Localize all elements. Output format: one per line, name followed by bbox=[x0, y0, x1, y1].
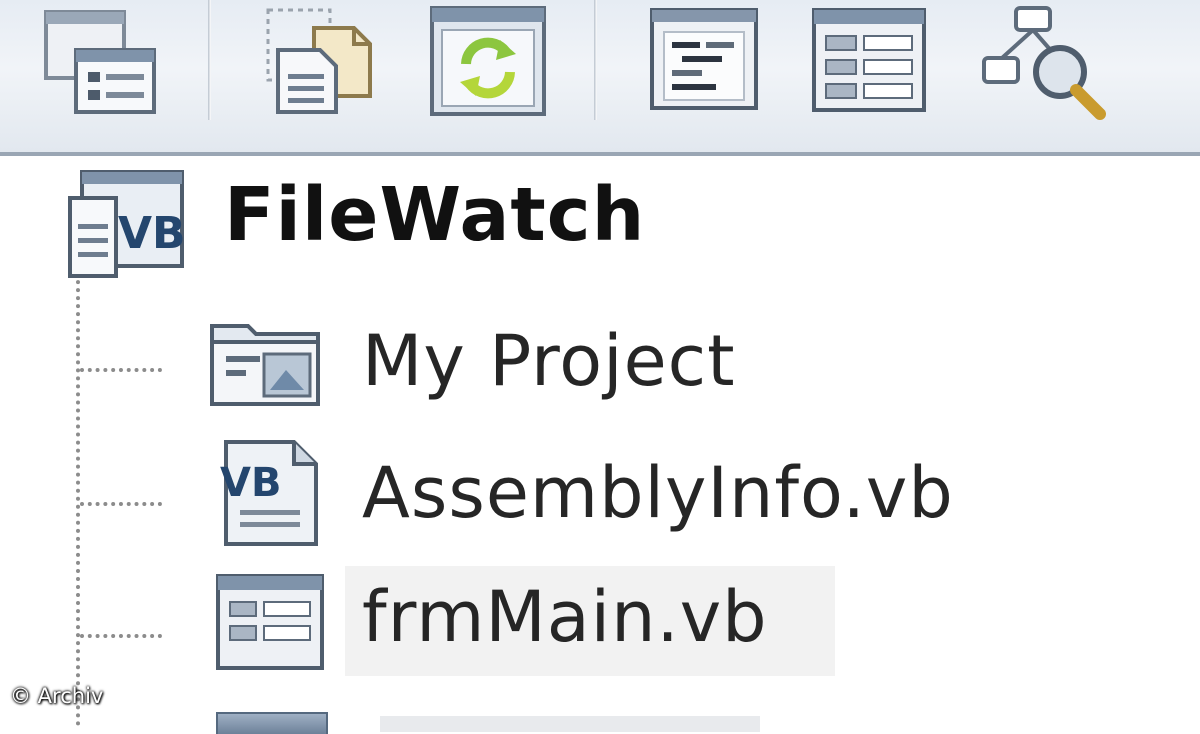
solution-explorer-toolbar bbox=[0, 0, 1200, 156]
view-designer-icon bbox=[812, 8, 926, 112]
tree-node-frmmain[interactable]: frmMain.vb bbox=[0, 566, 1200, 686]
tree-node-label: AssemblyInfo.vb bbox=[362, 452, 954, 534]
refresh-button[interactable] bbox=[428, 6, 548, 116]
partial-node-label bbox=[380, 716, 760, 732]
svg-text:VB: VB bbox=[220, 460, 281, 506]
show-all-files-button[interactable] bbox=[262, 6, 382, 116]
svg-text:VB: VB bbox=[118, 208, 186, 259]
tree-node-assemblyinfo[interactable]: VB AssemblyInfo.vb bbox=[0, 436, 1200, 556]
view-code-button[interactable] bbox=[648, 6, 768, 116]
copyright-watermark: © Archiv bbox=[10, 684, 104, 708]
my-project-icon bbox=[210, 324, 320, 406]
partial-file-icon bbox=[216, 712, 328, 734]
class-diagram-icon bbox=[982, 6, 1106, 120]
solution-tree: VB FileWatch My Project VB AssemblyInfo.… bbox=[0, 156, 1200, 734]
view-code-icon bbox=[650, 8, 758, 110]
toolbar-separator bbox=[208, 0, 211, 120]
show-all-files-icon bbox=[266, 8, 372, 114]
view-class-diagram-button[interactable] bbox=[980, 6, 1106, 120]
toolbar-separator bbox=[594, 0, 597, 120]
tree-node-label: frmMain.vb bbox=[362, 576, 768, 658]
properties-button[interactable] bbox=[38, 6, 158, 116]
vb-project-icon: VB bbox=[68, 170, 186, 278]
tree-node-label: My Project bbox=[362, 320, 736, 402]
refresh-icon bbox=[430, 6, 546, 116]
form-icon bbox=[216, 574, 324, 670]
tree-node-my-project[interactable]: My Project bbox=[0, 306, 1200, 426]
vb-file-icon: VB bbox=[220, 440, 318, 546]
properties-icon bbox=[44, 10, 156, 114]
tree-root-node[interactable]: VB FileWatch bbox=[0, 168, 1200, 288]
view-designer-button[interactable] bbox=[810, 6, 930, 116]
tree-root-label: FileWatch bbox=[224, 172, 646, 258]
